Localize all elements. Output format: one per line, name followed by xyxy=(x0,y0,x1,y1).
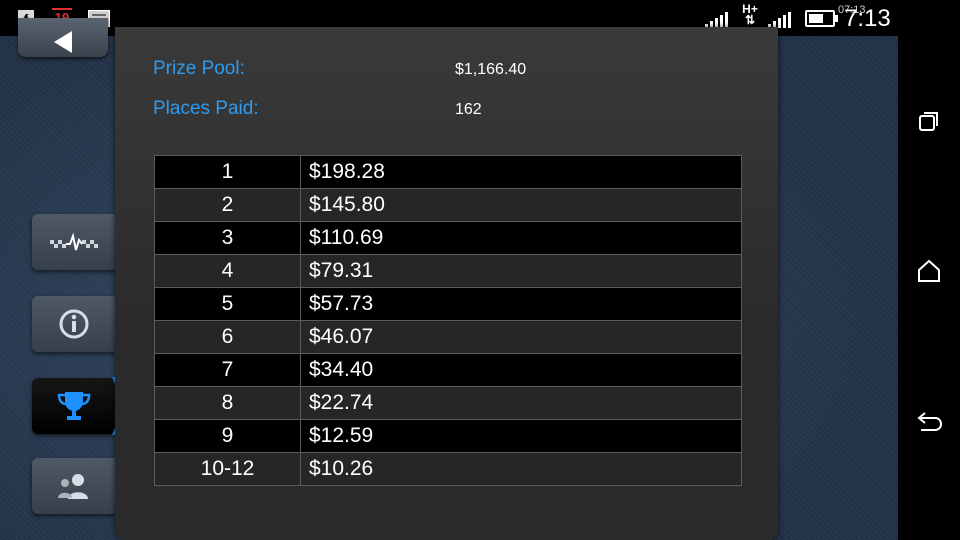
system-nav-bar xyxy=(898,0,960,540)
place-cell: 4 xyxy=(154,254,301,288)
table-row: 7 $34.40 xyxy=(154,353,742,387)
amount-cell: $57.73 xyxy=(300,287,742,321)
clock: 7:13 xyxy=(844,5,891,32)
table-row: 6 $46.07 xyxy=(154,320,742,354)
amount-cell: $10.26 xyxy=(300,452,742,486)
signal-strength-icon-2 xyxy=(768,10,792,28)
table-row: 9 $12.59 xyxy=(154,419,742,453)
system-back-button[interactable] xyxy=(914,406,944,436)
place-cell: 10-12 xyxy=(154,452,301,486)
places-paid-label: Places Paid: xyxy=(153,98,259,119)
amount-cell: $34.40 xyxy=(300,353,742,387)
table-row: 2 $145.80 xyxy=(154,188,742,222)
info-icon xyxy=(59,309,89,339)
back-arrow-icon xyxy=(54,30,72,53)
recent-apps-button[interactable] xyxy=(914,106,944,136)
table-row: 3 $110.69 xyxy=(154,221,742,255)
trophy-icon xyxy=(57,392,91,420)
amount-cell: $46.07 xyxy=(300,320,742,354)
recent-apps-icon xyxy=(919,112,938,131)
place-cell: 7 xyxy=(154,353,301,387)
place-cell: 9 xyxy=(154,419,301,453)
amount-cell: $110.69 xyxy=(300,221,742,255)
table-row: 1 $198.28 xyxy=(154,155,742,189)
network-type-label: H+ xyxy=(742,2,758,16)
players-icon xyxy=(58,474,88,499)
place-cell: 6 xyxy=(154,320,301,354)
home-button[interactable] xyxy=(914,256,944,286)
amount-cell: $22.74 xyxy=(300,386,742,420)
amount-cell: $198.28 xyxy=(300,155,742,189)
amount-cell: $145.80 xyxy=(300,188,742,222)
table-row: 5 $57.73 xyxy=(154,287,742,321)
tab-payouts[interactable] xyxy=(32,378,116,434)
signal-strength-icon xyxy=(705,10,729,28)
battery-icon xyxy=(805,10,838,27)
amount-cell: $79.31 xyxy=(300,254,742,288)
place-cell: 3 xyxy=(154,221,301,255)
home-icon xyxy=(918,259,940,282)
payout-table: 1 $198.28 2 $145.80 3 $110.69 4 $79.31 5 $57.73 6 $… xyxy=(154,155,742,486)
places-paid-value: 162 xyxy=(455,101,482,118)
back-button[interactable] xyxy=(18,18,108,57)
table-row: 8 $22.74 xyxy=(154,386,742,420)
place-cell: 2 xyxy=(154,188,301,222)
prize-pool-label: Prize Pool: xyxy=(153,58,245,79)
race-flags-icon xyxy=(50,232,98,251)
place-cell: 1 xyxy=(154,155,301,189)
network-type-icon: H+ ⇅ xyxy=(742,2,758,27)
place-cell: 8 xyxy=(154,386,301,420)
place-cell: 5 xyxy=(154,287,301,321)
amount-cell: $12.59 xyxy=(300,419,742,453)
back-icon xyxy=(917,412,943,431)
tab-players[interactable] xyxy=(32,458,116,514)
table-row: 10-12 $10.26 xyxy=(154,452,742,486)
tab-info[interactable] xyxy=(32,296,116,352)
prize-pool-value: $1,166.40 xyxy=(455,61,527,78)
tab-race[interactable] xyxy=(32,214,116,270)
table-row: 4 $79.31 xyxy=(154,254,742,288)
